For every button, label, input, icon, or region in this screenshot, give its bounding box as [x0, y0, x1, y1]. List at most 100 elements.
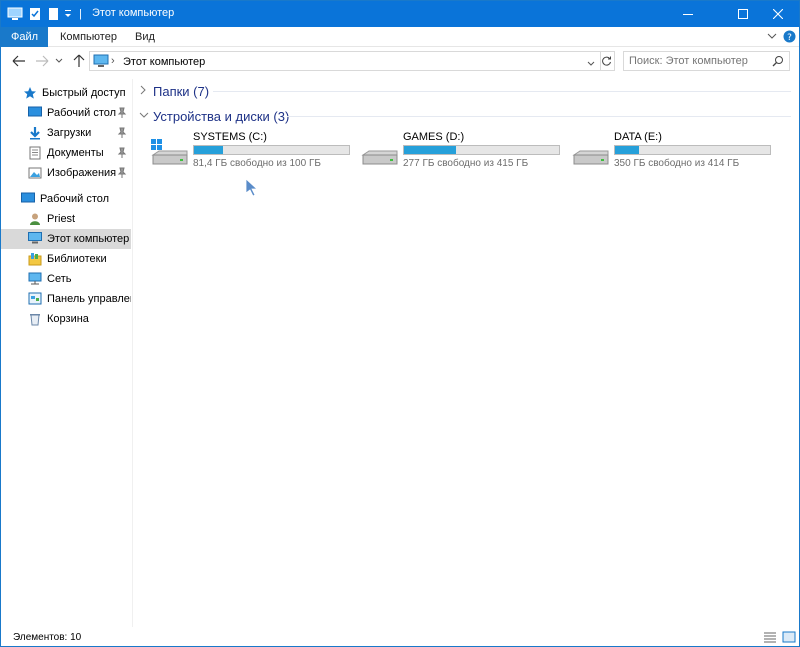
star-icon — [23, 86, 37, 100]
title-bar[interactable]: | Этот компьютер — [1, 1, 799, 27]
sidebar-item-pictures[interactable]: Изображения — [1, 163, 131, 183]
drive-usage-bar — [193, 145, 350, 155]
sidebar-item-desktop[interactable]: Рабочий стол — [1, 189, 131, 209]
desktop-icon — [21, 192, 35, 206]
tab-computer[interactable]: Компьютер — [48, 27, 129, 47]
help-icon[interactable]: ? — [783, 30, 796, 46]
details-view-icon[interactable] — [763, 631, 777, 643]
close-button[interactable] — [755, 1, 800, 27]
computer-icon — [93, 54, 109, 71]
network-icon — [28, 272, 42, 286]
search-box[interactable] — [623, 51, 790, 71]
address-bar[interactable]: › Этот компьютер — [89, 51, 601, 71]
properties-icon[interactable] — [28, 5, 42, 23]
svg-text:?: ? — [787, 33, 792, 43]
documents-icon — [28, 146, 42, 160]
sidebar-item-documents[interactable]: Документы — [1, 143, 131, 163]
refresh-button[interactable] — [599, 51, 615, 71]
customize-toolbar-icon[interactable] — [63, 5, 73, 23]
group-devices[interactable]: Устройства и диски (3) — [139, 107, 289, 125]
hard-drive-icon — [361, 139, 399, 167]
sidebar-item-label: Рабочий стол — [40, 193, 110, 205]
sidebar-item-this-pc[interactable]: Этот компьютер — [1, 229, 131, 249]
title-separator: | — [79, 8, 82, 20]
control-panel-icon — [28, 292, 42, 306]
window-title: Этот компьютер — [92, 7, 175, 19]
mouse-cursor-icon — [245, 178, 259, 198]
breadcrumb-separator: › — [111, 55, 115, 67]
drive-name: DATA (E:) — [614, 131, 662, 143]
drive-e[interactable]: DATA (E:) 350 ГБ свободно из 414 ГБ — [572, 129, 772, 171]
libraries-icon — [28, 252, 42, 266]
item-count: Элементов: 10 — [13, 632, 82, 643]
up-button[interactable] — [71, 53, 87, 69]
computer-icon — [7, 5, 23, 23]
sidebar-item-priest[interactable]: Priest — [1, 209, 131, 229]
sidebar-item-label: Документы — [47, 147, 104, 159]
address-dropdown-icon[interactable] — [587, 58, 595, 70]
pin-icon[interactable] — [117, 167, 127, 179]
download-icon — [28, 126, 42, 140]
sidebar-item-label: Библиотеки — [47, 253, 107, 265]
drive-usage-fill — [615, 146, 640, 154]
drive-usage-bar — [403, 145, 560, 155]
explorer-window: | Этот компьютер Файл Компьютер Вид ? › … — [0, 0, 800, 647]
sidebar-item-downloads[interactable]: Загрузки — [1, 123, 131, 143]
user-icon — [28, 212, 42, 226]
navigation-bar: › Этот компьютер — [1, 48, 799, 74]
status-bar: Элементов: 10 — [1, 627, 799, 647]
search-input[interactable] — [629, 55, 769, 67]
sidebar-item-control-panel[interactable]: Панель управлени — [1, 289, 131, 309]
group-divider — [213, 91, 791, 92]
chevron-right-icon — [139, 85, 149, 98]
tab-view[interactable]: Вид — [123, 27, 167, 47]
group-devices-label: Устройства и диски (3) — [153, 108, 290, 124]
hard-drive-icon — [151, 139, 189, 167]
group-folders[interactable]: Папки (7) — [139, 82, 209, 100]
sidebar-item-label: Сеть — [47, 273, 72, 285]
minimize-icon — [682, 14, 693, 15]
large-icons-view-icon[interactable] — [782, 631, 796, 643]
drive-free-space: 277 ГБ свободно из 415 ГБ — [403, 158, 529, 169]
pin-icon[interactable] — [117, 147, 127, 159]
drive-free-space: 350 ГБ свободно из 414 ГБ — [614, 158, 740, 169]
recent-locations-button[interactable] — [54, 53, 64, 69]
tab-file[interactable]: Файл — [1, 27, 48, 47]
drive-free-space: 81,4 ГБ свободно из 100 ГБ — [193, 158, 321, 169]
desktop-icon — [28, 106, 42, 120]
drive-name: SYSTEMS (C:) — [193, 131, 267, 143]
sidebar-item-label: Загрузки — [47, 127, 92, 139]
refresh-icon — [601, 56, 611, 66]
breadcrumb-current[interactable]: Этот компьютер — [123, 56, 205, 68]
new-folder-icon[interactable] — [46, 5, 60, 23]
chevron-down-icon — [55, 58, 63, 63]
ribbon-tabs: Файл Компьютер Вид ? — [1, 27, 799, 47]
forward-button[interactable] — [34, 53, 50, 69]
drive-d[interactable]: GAMES (D:) 277 ГБ свободно из 415 ГБ — [361, 129, 561, 171]
sidebar-item-label: Рабочий стол — [47, 107, 117, 119]
sidebar-item-libraries[interactable]: Библиотеки — [1, 249, 131, 269]
back-button[interactable] — [11, 53, 27, 69]
sidebar-item-desktop-pinned[interactable]: Рабочий стол — [1, 103, 131, 123]
arrow-up-icon — [73, 54, 85, 67]
maximize-icon — [737, 9, 748, 19]
close-icon — [772, 9, 783, 19]
search-icon[interactable] — [772, 55, 784, 70]
sidebar-item-quick-access[interactable]: Быстрый доступ — [1, 83, 131, 103]
sidebar-item-network[interactable]: Сеть — [1, 269, 131, 289]
chevron-down-icon[interactable] — [767, 31, 777, 44]
hard-drive-icon — [572, 139, 610, 167]
recycle-bin-icon — [28, 312, 42, 326]
pin-icon[interactable] — [117, 127, 127, 139]
drive-usage-bar — [614, 145, 771, 155]
sidebar-item-recycle-bin[interactable]: Корзина — [1, 309, 131, 329]
sidebar-item-label: Priest — [47, 213, 76, 225]
drive-c[interactable]: SYSTEMS (C:) 81,4 ГБ свободно из 100 ГБ — [151, 129, 351, 171]
navigation-pane[interactable]: Быстрый доступ Рабочий стол Загрузки Док… — [1, 79, 133, 627]
drive-usage-fill — [404, 146, 456, 154]
minimize-button[interactable] — [665, 1, 710, 27]
pin-icon[interactable] — [117, 107, 127, 119]
drive-name: GAMES (D:) — [403, 131, 465, 143]
arrow-right-icon — [36, 55, 49, 67]
sidebar-item-label: Корзина — [47, 313, 89, 325]
